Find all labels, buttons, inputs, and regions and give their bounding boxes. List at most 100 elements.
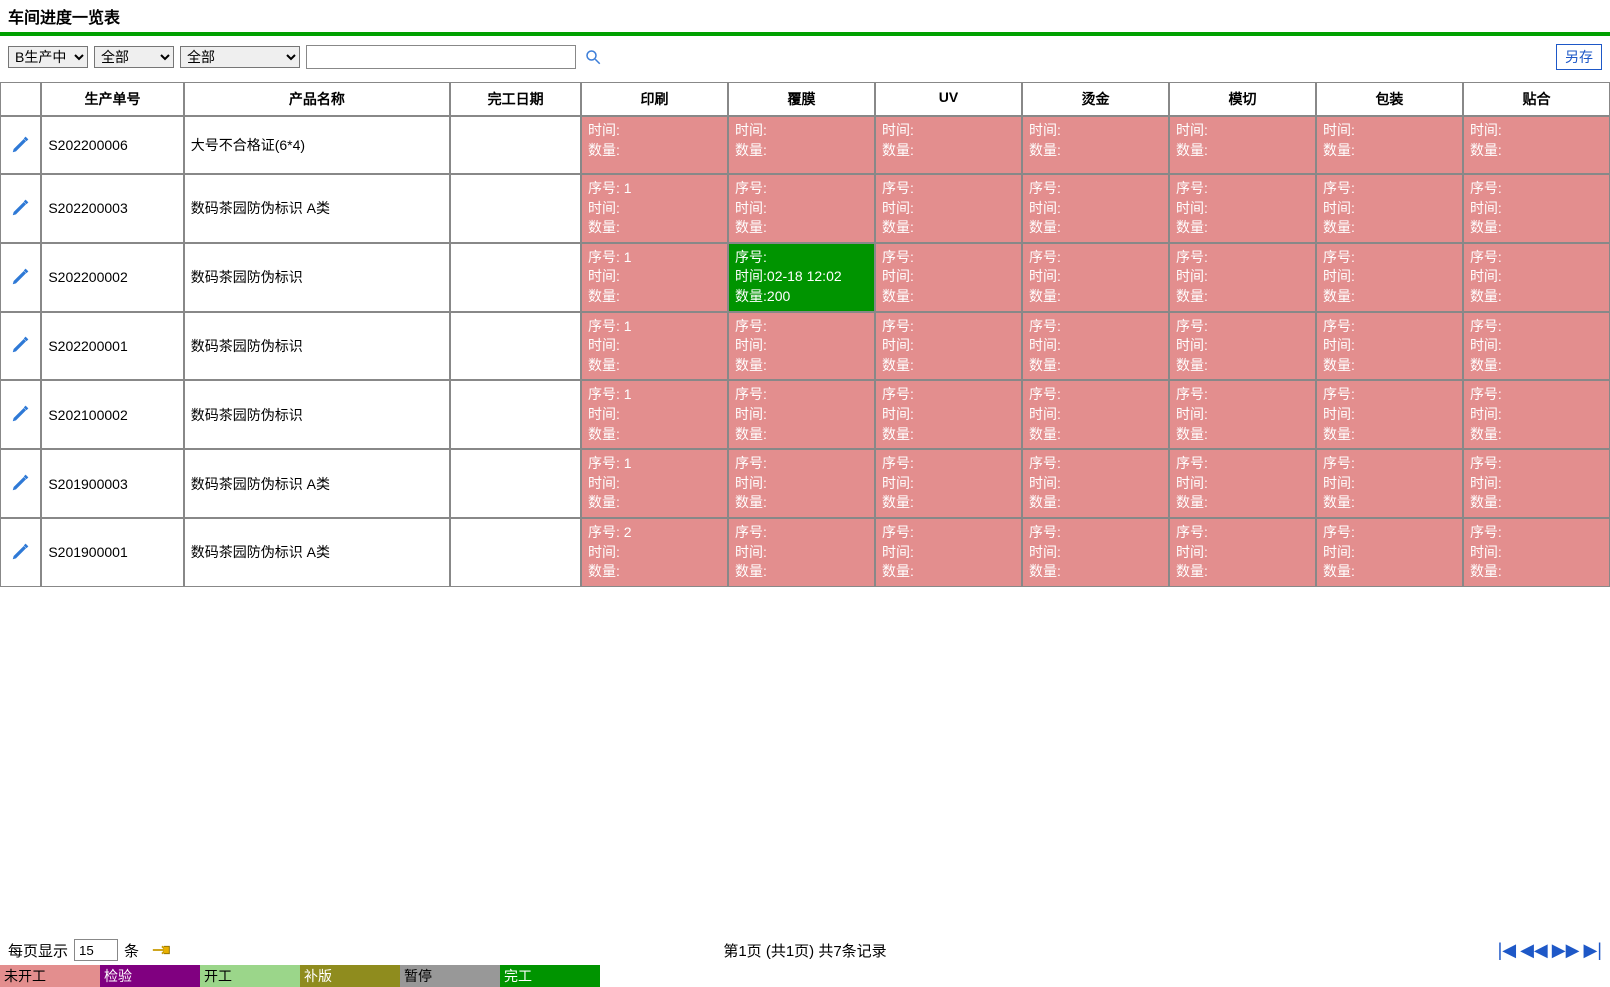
stage-qty: 数量:: [735, 493, 868, 513]
stage-cell[interactable]: 时间:数量:: [581, 116, 728, 174]
stage-cell[interactable]: 序号:时间:数量:: [875, 243, 1022, 312]
stage-seq: 序号:: [882, 179, 1015, 199]
stage-cell[interactable]: 时间:数量:: [728, 116, 875, 174]
stage-cell[interactable]: 序号: 1时间:数量:: [581, 243, 728, 312]
stage-time: 时间:: [1323, 121, 1456, 141]
save-as-button[interactable]: 另存: [1556, 44, 1602, 70]
stage-cell[interactable]: 序号:时间:数量:: [1463, 312, 1610, 381]
stage-cell[interactable]: 序号:时间:数量:: [1463, 518, 1610, 587]
stage-time: 时间:: [588, 405, 721, 425]
pager-next[interactable]: ▶▶: [1552, 940, 1580, 961]
stage-cell[interactable]: 序号:时间:数量:: [1169, 174, 1316, 243]
stage-cell[interactable]: 序号:时间:02-18 12:02数量:200: [728, 243, 875, 312]
apply-page-size-icon[interactable]: [151, 941, 173, 959]
stage-cell[interactable]: 序号:时间:数量:: [728, 380, 875, 449]
stage-time: 时间:: [882, 267, 1015, 287]
stage-cell[interactable]: 序号:时间:数量:: [1022, 380, 1169, 449]
stage-time: 时间:: [1470, 543, 1603, 563]
stage-time: 时间:: [588, 336, 721, 356]
table-row: S202200006大号不合格证(6*4)时间:数量:时间:数量:时间:数量:时…: [0, 116, 1610, 174]
stage-seq: 序号:: [1470, 385, 1603, 405]
stage-cell[interactable]: 序号:时间:数量:: [1316, 312, 1463, 381]
stage-cell[interactable]: 序号: 1时间:数量:: [581, 174, 728, 243]
page-size-input[interactable]: [74, 939, 118, 961]
stage-cell[interactable]: 时间:数量:: [1022, 116, 1169, 174]
pager-prev[interactable]: ◀◀: [1520, 940, 1548, 961]
stage-cell[interactable]: 序号:时间:数量:: [875, 449, 1022, 518]
stage-qty: 数量:: [1470, 425, 1603, 445]
stage-cell[interactable]: 序号:时间:数量:: [1169, 380, 1316, 449]
stage-cell[interactable]: 序号: 1时间:数量:: [581, 449, 728, 518]
stage-cell[interactable]: 序号:时间:数量:: [875, 380, 1022, 449]
stage-cell[interactable]: 序号: 1时间:数量:: [581, 380, 728, 449]
pager-last[interactable]: ▶|: [1583, 940, 1602, 961]
stage-cell[interactable]: 时间:数量:: [1316, 116, 1463, 174]
edit-row-button[interactable]: [0, 312, 41, 381]
stage-time: 时间:: [1323, 267, 1456, 287]
stage-cell[interactable]: 序号: 2时间:数量:: [581, 518, 728, 587]
stage-cell[interactable]: 序号:时间:数量:: [1316, 174, 1463, 243]
stage-cell[interactable]: 序号:时间:数量:: [1463, 243, 1610, 312]
stage-cell[interactable]: 序号:时间:数量:: [1316, 243, 1463, 312]
edit-row-button[interactable]: [0, 380, 41, 449]
stage-cell[interactable]: 序号:时间:数量:: [1169, 518, 1316, 587]
stage-qty: 数量:200: [735, 287, 868, 307]
search-icon[interactable]: [582, 46, 604, 68]
stage-cell[interactable]: 序号:时间:数量:: [728, 312, 875, 381]
stage-qty: 数量:: [1470, 218, 1603, 238]
edit-row-button[interactable]: [0, 116, 41, 174]
stage-cell[interactable]: 序号:时间:数量:: [1463, 449, 1610, 518]
stage-cell[interactable]: 序号:时间:数量:: [728, 174, 875, 243]
stage-cell[interactable]: 序号: 1时间:数量:: [581, 312, 728, 381]
stage-cell[interactable]: 时间:数量:: [1169, 116, 1316, 174]
stage-cell[interactable]: 序号:时间:数量:: [1169, 243, 1316, 312]
stage-cell[interactable]: 序号:时间:数量:: [1022, 312, 1169, 381]
stage-cell[interactable]: 序号:时间:数量:: [875, 518, 1022, 587]
stage-cell[interactable]: 序号:时间:数量:: [1463, 380, 1610, 449]
stage-seq: 序号:: [1176, 523, 1309, 543]
stage-qty: 数量:: [588, 493, 721, 513]
stage-qty: 数量:: [1029, 493, 1162, 513]
pager-first[interactable]: |◀: [1498, 940, 1517, 961]
product-cell: 数码茶园防伪标识: [184, 380, 450, 449]
stage-seq: 序号:: [1323, 385, 1456, 405]
stage-time: 时间:: [1470, 405, 1603, 425]
page-info: 第1页 (共1页) 共7条记录: [723, 940, 886, 961]
edit-row-button[interactable]: [0, 243, 41, 312]
stage-cell[interactable]: 序号:时间:数量:: [1316, 380, 1463, 449]
stage-cell[interactable]: 序号:时间:数量:: [1169, 312, 1316, 381]
search-input[interactable]: [306, 45, 576, 69]
stage-cell[interactable]: 序号:时间:数量:: [728, 449, 875, 518]
stage-cell[interactable]: 序号:时间:数量:: [1463, 174, 1610, 243]
stage-cell[interactable]: 序号:时间:数量:: [728, 518, 875, 587]
stage-qty: 数量:: [1323, 493, 1456, 513]
table-row: S201900003数码茶园防伪标识 A类序号: 1时间:数量:序号:时间:数量…: [0, 449, 1610, 518]
stage-cell[interactable]: 序号:时间:数量:: [1022, 449, 1169, 518]
stage-cell[interactable]: 序号:时间:数量:: [875, 312, 1022, 381]
stage-cell[interactable]: 序号:时间:数量:: [1316, 518, 1463, 587]
stage-seq: 序号:: [1323, 248, 1456, 268]
product-cell: 数码茶园防伪标识: [184, 312, 450, 381]
edit-row-button[interactable]: [0, 449, 41, 518]
stage-cell[interactable]: 时间:数量:: [875, 116, 1022, 174]
filter-sub-select[interactable]: 全部: [180, 46, 300, 68]
legend-done: 完工: [500, 965, 600, 987]
stage-qty: 数量:: [1176, 218, 1309, 238]
stage-cell[interactable]: 序号:时间:数量:: [875, 174, 1022, 243]
filter-category-select[interactable]: 全部: [94, 46, 174, 68]
edit-row-button[interactable]: [0, 518, 41, 587]
stage-time: 时间:: [1029, 336, 1162, 356]
stage-cell[interactable]: 序号:时间:数量:: [1022, 174, 1169, 243]
stage-cell[interactable]: 序号:时间:数量:: [1022, 518, 1169, 587]
stage-cell[interactable]: 序号:时间:数量:: [1316, 449, 1463, 518]
product-cell: 数码茶园防伪标识 A类: [184, 518, 450, 587]
edit-row-button[interactable]: [0, 174, 41, 243]
stage-cell[interactable]: 序号:时间:数量:: [1169, 449, 1316, 518]
stage-cell[interactable]: 序号:时间:数量:: [1022, 243, 1169, 312]
stage-qty: 数量:: [1323, 356, 1456, 376]
stage-cell[interactable]: 时间:数量:: [1463, 116, 1610, 174]
stage-qty: 数量:: [882, 141, 1015, 161]
filter-status-select[interactable]: B生产中: [8, 46, 88, 68]
product-cell: 大号不合格证(6*4): [184, 116, 450, 174]
progress-table: 生产单号 产品名称 完工日期 印刷 覆膜 UV 烫金 模切 包装 贴合 S202…: [0, 82, 1610, 587]
